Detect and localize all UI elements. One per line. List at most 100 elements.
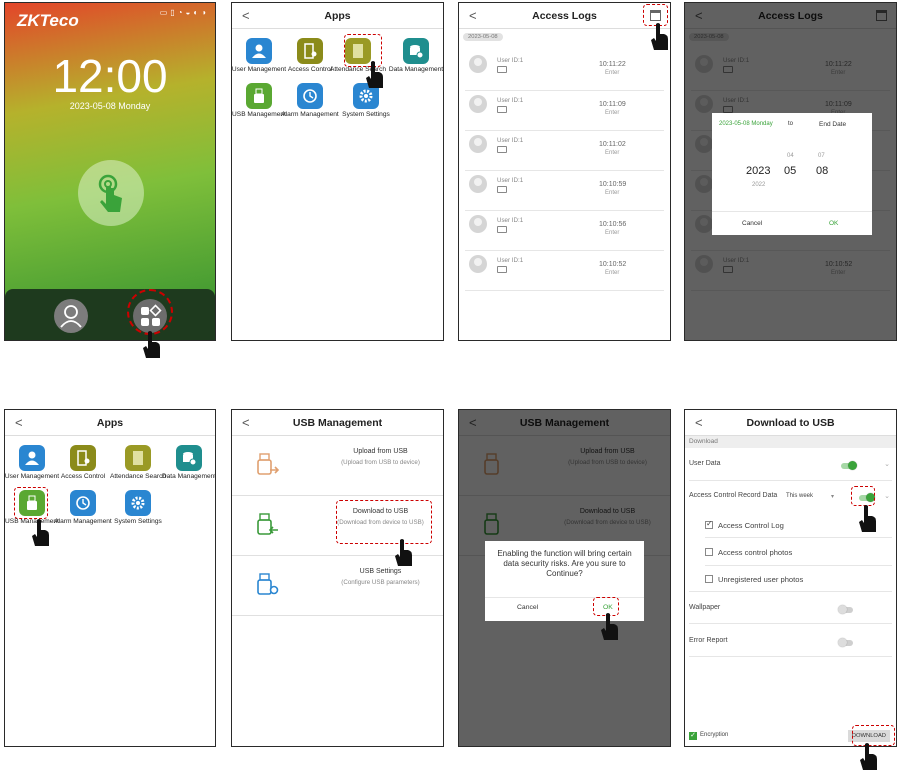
log-user: User ID:1 (497, 137, 524, 144)
log-user: User ID:1 (497, 177, 524, 184)
app-access-control[interactable]: Access Control (53, 445, 113, 481)
end-date[interactable]: End Date (819, 121, 846, 128)
usb-download-icon (257, 513, 278, 535)
back-button[interactable]: < (242, 8, 250, 23)
status-bar: ▭▯◔◒◐◑ (159, 8, 209, 17)
start-date[interactable]: 2023-05-08 Monday (719, 121, 773, 127)
log-row[interactable]: User ID:1 10:10:52 Enter (465, 251, 664, 291)
log-time: 10:11:02 (599, 141, 626, 148)
pointer-hand-icon (601, 613, 618, 640)
log-time: 10:10:56 (599, 221, 627, 228)
day-prev[interactable]: 07 (818, 153, 825, 159)
usb-management-panel: < USB Management Upload from USB (Upload f… (231, 409, 444, 747)
log-time: 10:11:22 (599, 61, 626, 68)
encryption-checkbox[interactable]: ✓ (689, 732, 697, 740)
log-user: User ID:1 (497, 57, 524, 64)
log-state: Enter (605, 150, 620, 156)
divider (705, 565, 892, 566)
ok-button[interactable]: OK (829, 220, 838, 227)
user-data-toggle[interactable] (841, 461, 857, 470)
checkbox-icon[interactable] (705, 548, 713, 556)
back-button[interactable]: < (15, 415, 23, 430)
user-management-icon (19, 445, 45, 471)
avatar (469, 255, 487, 273)
page-title: Apps (324, 9, 351, 22)
checkbox-icon[interactable] (705, 575, 713, 583)
chevron-down-icon[interactable]: ⌄ (884, 492, 890, 500)
confirm-dialog: Enabling the function will bring certain… (485, 541, 644, 621)
cancel-button[interactable]: Cancel (742, 220, 762, 227)
checkbox-icon[interactable] (705, 519, 713, 529)
month-prev[interactable]: 04 (787, 153, 794, 159)
chevron-down-icon[interactable]: ⌄ (884, 460, 890, 468)
back-button[interactable]: < (695, 415, 703, 430)
download-to-usb-panel: < Download to USB Download User Data ⌄ Ac… (684, 409, 897, 747)
section-header: Download (685, 436, 896, 448)
pointer-hand-icon (32, 519, 49, 546)
fingerprint-icon[interactable] (78, 160, 144, 226)
back-button[interactable]: < (242, 415, 250, 430)
divider (705, 537, 892, 538)
apps-panel-1: < Apps User Management Access Control Att… (231, 2, 444, 341)
pointer-hand-icon (395, 539, 412, 566)
divider (689, 591, 892, 592)
unregistered-photos-checkbox-row[interactable]: Unregistered user photos (705, 575, 892, 584)
log-row[interactable]: User ID:1 10:10:59 Enter (465, 171, 664, 211)
log-row[interactable]: User ID:1 10:11:22 Enter (465, 51, 664, 91)
highlight-toggle (851, 486, 875, 506)
select-arrow-icon[interactable]: ▾ (831, 493, 834, 500)
log-user: User ID:1 (497, 217, 524, 224)
card-icon (497, 186, 507, 193)
page-title: Access Logs (532, 9, 597, 22)
pointer-hand-icon (651, 23, 668, 50)
avatar (469, 95, 487, 113)
wallpaper-toggle[interactable] (838, 605, 853, 614)
divider (485, 597, 644, 598)
divider (689, 656, 892, 657)
alarm-management-icon (297, 83, 323, 109)
access-control-icon (297, 38, 323, 64)
bottom-dock (5, 289, 215, 340)
log-row[interactable]: User ID:1 10:11:02 Enter (465, 131, 664, 171)
year-value[interactable]: 2023 (746, 165, 770, 177)
cancel-button[interactable]: Cancel (517, 604, 538, 611)
log-state: Enter (605, 190, 620, 196)
error-report-row: Error Report (689, 637, 892, 647)
pointer-hand-icon (860, 743, 877, 770)
card-icon (497, 226, 507, 233)
month-value[interactable]: 05 (784, 165, 796, 177)
log-state: Enter (605, 70, 620, 76)
day-value[interactable]: 08 (816, 165, 828, 177)
error-report-toggle[interactable] (838, 638, 853, 647)
usb-confirm-panel: <USB Management Upload from USB(Upload f… (458, 409, 671, 747)
log-state: Enter (605, 270, 620, 276)
user-data-row: User Data ⌄ (689, 460, 890, 470)
log-row[interactable]: User ID:1 10:10:56 Enter (465, 211, 664, 251)
user-icon[interactable] (54, 299, 88, 333)
app-data-management[interactable]: Data Management (159, 445, 215, 481)
highlight-usb-management (14, 487, 48, 519)
log-state: Enter (605, 110, 620, 116)
app-alarm-management[interactable]: Alarm Management (53, 490, 113, 526)
highlight-apps (127, 289, 173, 335)
attendance-search-icon (125, 445, 151, 471)
upload-from-usb-row[interactable]: Upload from USB(Upload from USB to devic… (232, 436, 443, 496)
log-user: User ID:1 (497, 257, 524, 264)
app-alarm-management[interactable]: Alarm Management (280, 83, 340, 119)
week-select[interactable]: This week (786, 493, 813, 499)
log-row[interactable]: User ID:1 10:11:09 Enter (465, 91, 664, 131)
highlight-download-to-usb (336, 500, 432, 544)
app-data-management[interactable]: Data Management (386, 38, 443, 74)
divider (689, 480, 892, 481)
access-photos-checkbox-row[interactable]: Access control photos (705, 548, 892, 557)
back-button[interactable]: < (469, 8, 477, 23)
access-control-icon (70, 445, 96, 471)
date-picker-dialog: 2023-05-08 Monday to End Date 04 07 2023… (712, 113, 872, 235)
access-logs-date-picker-panel: <Access Logs 2023-05-08 User ID:110:11:2… (684, 2, 897, 341)
divider (689, 623, 892, 624)
log-user: User ID:1 (497, 97, 524, 104)
divider (712, 211, 872, 212)
log-time: 10:10:52 (599, 261, 627, 268)
year-prev[interactable]: 2022 (752, 182, 765, 188)
app-system-settings[interactable]: System Settings (108, 490, 168, 526)
